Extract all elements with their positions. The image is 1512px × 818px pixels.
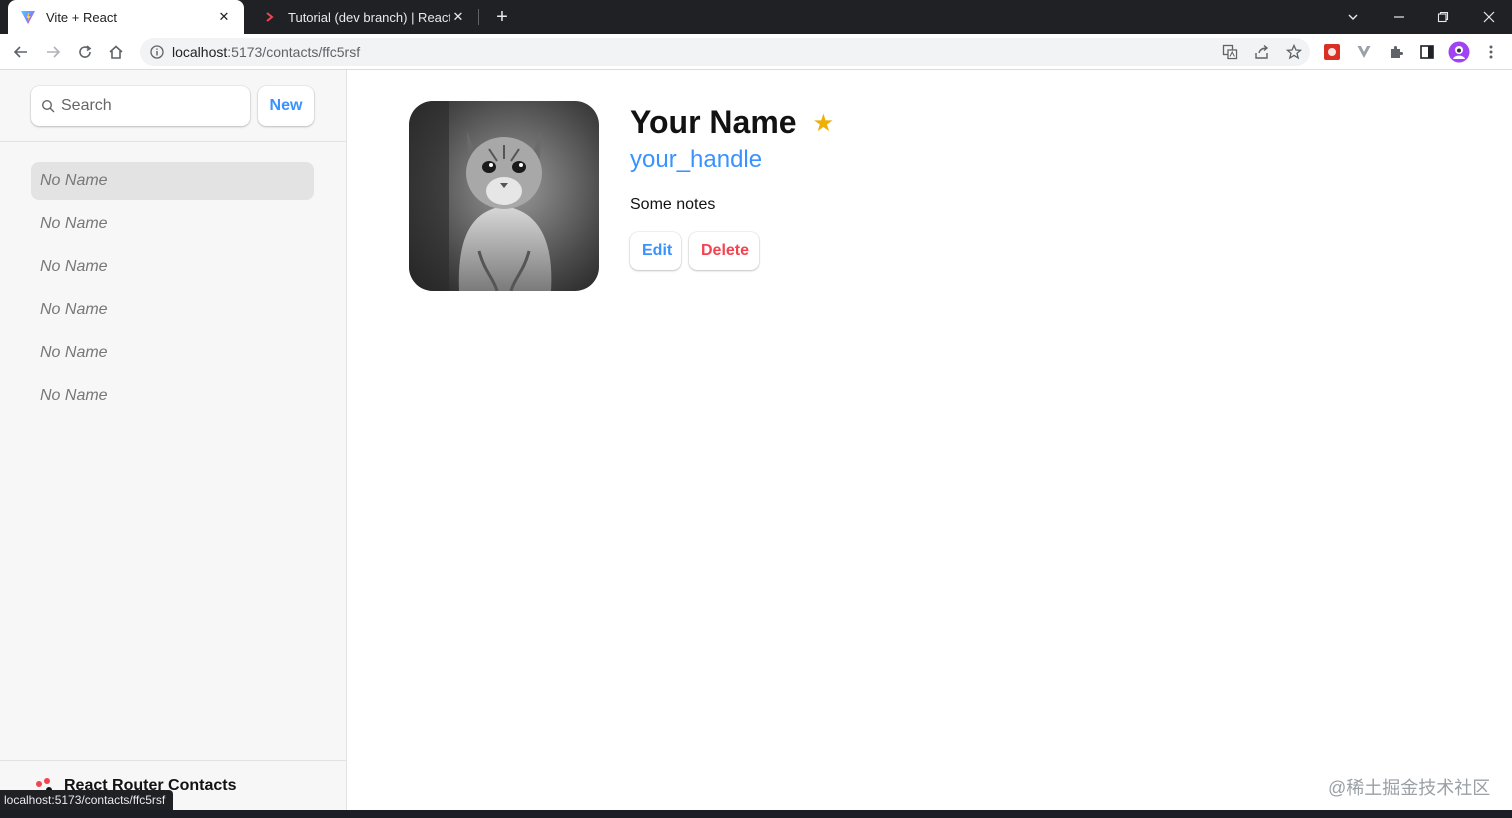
minimize-icon[interactable]	[1376, 0, 1422, 34]
search-box[interactable]	[31, 86, 250, 126]
edit-button[interactable]: Edit	[630, 232, 681, 270]
react-router-icon	[266, 12, 274, 22]
tab-title: Vite + React	[46, 9, 117, 25]
tab-strip: Vite + React ✕ Tutorial (dev branch) | R…	[0, 0, 1512, 34]
contact-handle-link[interactable]: your_handle	[630, 146, 762, 174]
contact-avatar	[409, 101, 599, 291]
close-tab-icon[interactable]: ✕	[450, 9, 466, 25]
address-bar[interactable]: localhost:5173/contacts/ffc5rsf	[140, 38, 1310, 66]
contact-list-item: No Name	[31, 291, 314, 334]
close-window-icon[interactable]	[1466, 0, 1512, 34]
info-icon[interactable]	[150, 45, 164, 59]
contact-link[interactable]: No Name	[31, 205, 314, 243]
contact-list-item: No Name	[31, 334, 314, 377]
contact-link[interactable]: No Name	[31, 291, 314, 329]
share-icon[interactable]	[1251, 41, 1273, 63]
contact-list-item: No Name	[31, 377, 314, 420]
kitten-photo	[409, 101, 599, 291]
contact-link[interactable]: No Name	[31, 377, 314, 415]
extension-v-icon[interactable]	[1353, 41, 1375, 63]
vite-icon	[21, 11, 35, 24]
back-icon[interactable]	[8, 39, 34, 65]
favorite-star-icon[interactable]: ★	[813, 111, 835, 135]
page-content: New No Name No Name No Name No Name No N…	[0, 70, 1512, 810]
tab-separator	[478, 9, 479, 25]
sidebar-footer-divider	[0, 760, 346, 761]
contact-list-item: No Name	[31, 248, 314, 291]
sidebar-divider	[0, 141, 346, 142]
contact-link[interactable]: No Name	[31, 162, 314, 200]
delete-button[interactable]: Delete	[689, 232, 759, 270]
translate-icon[interactable]	[1219, 41, 1241, 63]
search-input[interactable]	[61, 97, 241, 115]
status-bar-url: localhost:5173/contacts/ffc5rsf	[0, 790, 174, 810]
contact-name-heading: Your Name ★	[630, 104, 834, 141]
address-url: localhost:5173/contacts/ffc5rsf	[172, 44, 361, 60]
profile-icon[interactable]	[1448, 41, 1470, 63]
sidebar: New No Name No Name No Name No Name No N…	[0, 70, 347, 810]
tab-react-router-tutorial[interactable]: Tutorial (dev branch) | React Router ✕	[250, 0, 478, 34]
menu-icon[interactable]	[1480, 41, 1502, 63]
contact-list-item: No Name	[31, 162, 314, 205]
search-icon	[41, 99, 55, 113]
reload-icon[interactable]	[72, 39, 98, 65]
bookmark-icon[interactable]	[1283, 41, 1305, 63]
close-tab-icon[interactable]: ✕	[216, 9, 232, 25]
extensions-icon[interactable]	[1385, 41, 1407, 63]
contact-list-item: No Name	[31, 205, 314, 248]
watermark: @稀土掘金技术社区	[1328, 778, 1491, 798]
tab-search-icon[interactable]	[1330, 0, 1376, 34]
restore-icon[interactable]	[1420, 0, 1466, 34]
browser-window: Vite + React ✕ Tutorial (dev branch) | R…	[0, 0, 1512, 818]
contact-notes: Some notes	[630, 196, 716, 213]
tab-title: Tutorial (dev branch) | React Router	[288, 9, 450, 25]
new-tab-icon[interactable]: +	[490, 5, 514, 29]
forward-icon[interactable]	[40, 39, 66, 65]
side-panel-icon[interactable]	[1416, 41, 1438, 63]
contact-list: No Name No Name No Name No Name No Name …	[31, 162, 314, 420]
home-icon[interactable]	[103, 39, 129, 65]
new-contact-button[interactable]: New	[258, 86, 314, 126]
browser-toolbar: localhost:5173/contacts/ffc5rsf	[0, 34, 1512, 70]
contact-link[interactable]: No Name	[31, 334, 314, 372]
tab-vite-react[interactable]: Vite + React ✕	[8, 0, 244, 34]
extension-red-icon[interactable]	[1321, 41, 1343, 63]
contact-name: Your Name	[630, 104, 797, 140]
contact-link[interactable]: No Name	[31, 248, 314, 286]
os-taskbar	[0, 810, 1512, 818]
